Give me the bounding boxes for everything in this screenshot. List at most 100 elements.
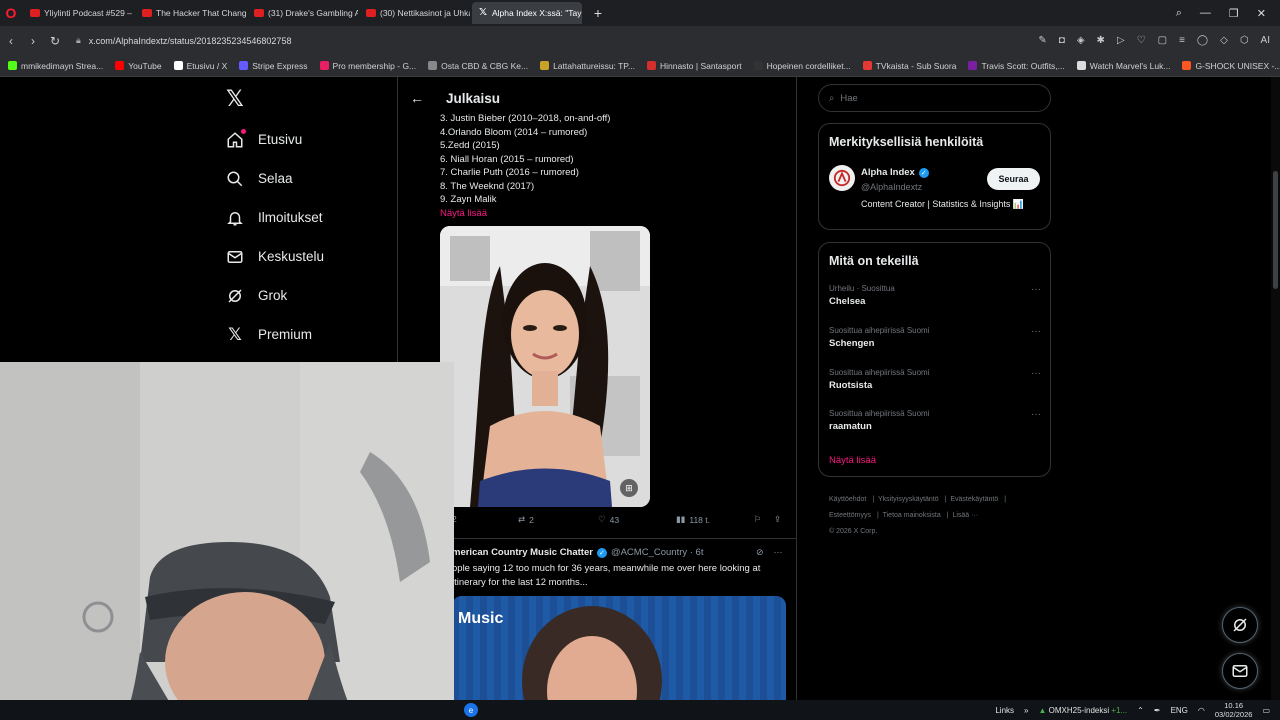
grok-icon — [226, 287, 244, 305]
bookmark-item[interactable]: Pro membership - G... — [319, 61, 416, 71]
bookmark-item[interactable]: Hinnasto | Santasport — [646, 61, 742, 71]
search-tabs-icon[interactable]: ⌕ — [1176, 7, 1182, 20]
avatar[interactable] — [829, 165, 855, 191]
shield-icon[interactable]: ◈ — [1077, 35, 1085, 46]
footer-link[interactable]: Lisää ··· — [952, 512, 978, 519]
footer-link[interactable]: Evästekäytäntö — [950, 496, 998, 503]
more-options-icon[interactable]: ··· — [1031, 368, 1041, 379]
stock-name: OMXH25-indeksi — [1048, 705, 1110, 715]
opera-menu-icon[interactable]: O — [0, 0, 22, 26]
bookmark-item[interactable]: YouTube — [115, 61, 162, 71]
play-icon[interactable]: ▷ — [1117, 35, 1125, 46]
footer-link[interactable]: Esteettömyys — [829, 512, 871, 519]
bookmark-item[interactable]: Stripe Express — [239, 61, 308, 71]
tray-overflow-icon[interactable]: ⌃ — [1137, 706, 1144, 715]
footer-link[interactable]: Käyttöehdot — [829, 496, 866, 503]
menu-icon[interactable]: ≡ — [1179, 35, 1185, 46]
repost-button[interactable]: ⇄ 2 — [518, 514, 534, 525]
bookmark-item[interactable]: Lattahattureissu: TP... — [540, 61, 635, 71]
show-more-link[interactable]: Näytä lisää — [829, 455, 876, 466]
language-indicator[interactable]: ENG — [1171, 706, 1188, 715]
bookmark-item[interactable]: Etusivu / X — [173, 60, 228, 71]
camera-icon[interactable]: ◘ — [1059, 35, 1065, 46]
search-input[interactable]: ⌕ Hae — [818, 84, 1051, 112]
scrollbar[interactable] — [1271, 77, 1280, 700]
sidebar-item-explore[interactable]: Selaa — [226, 159, 324, 198]
more-options-icon[interactable]: ··· — [1031, 409, 1041, 420]
profile-handle[interactable]: @AlphaIndextz — [861, 182, 922, 192]
edge-icon[interactable]: e — [464, 703, 478, 717]
messages-fab-button[interactable] — [1222, 653, 1258, 689]
cube-icon[interactable]: ⬡ — [1240, 35, 1249, 46]
trend-item[interactable]: Urheilu · Suosittua Chelsea ··· — [829, 284, 1041, 307]
browser-tab[interactable]: The Hacker That Changed — [136, 2, 246, 24]
ai-icon[interactable]: AI — [1261, 35, 1270, 46]
new-tab-button[interactable]: + — [588, 5, 608, 21]
list-item: 5.Zedd (2015) — [440, 140, 500, 151]
chevron-icon[interactable]: » — [1024, 706, 1028, 715]
sidebar-item-messages[interactable]: Keskustelu — [226, 237, 324, 276]
network-icon[interactable]: ◠ — [1198, 706, 1205, 715]
browser-tab[interactable]: Yliylinti Podcast #529 – U — [24, 2, 134, 24]
back-icon[interactable]: ‹ — [0, 34, 22, 48]
minimize-button[interactable]: — — [1200, 7, 1211, 20]
views-button[interactable]: ▮▮ 118 t. — [676, 514, 710, 525]
url-field[interactable]: 🔒︎ x.com/AlphaIndextz/status/20182352345… — [76, 31, 936, 51]
stock-widget[interactable]: ▲ OMXH25-indeksi +1... — [1039, 706, 1128, 715]
bookmark-item[interactable]: Osta CBD & CBG Ke... — [428, 61, 528, 71]
bookmark-item[interactable]: TVkaista - Sub Suora — [862, 61, 956, 71]
box-icon[interactable]: ▢ — [1158, 35, 1167, 46]
browser-tab[interactable]: (30) Nettikasinot ja Uhkap — [360, 2, 470, 24]
pen-icon[interactable]: ✒ — [1154, 706, 1161, 715]
maximize-button[interactable]: ❐ — [1229, 7, 1239, 20]
bookmark-favicon-icon — [968, 61, 978, 70]
tweet-media[interactable]: Music Music — [452, 596, 786, 706]
footer-link[interactable]: Tietoa mainoksista — [883, 512, 941, 519]
post-image[interactable] — [440, 226, 650, 507]
bookmark-item[interactable]: G-SHOCK UNISEX -... — [1182, 61, 1280, 71]
sidebar-item-home[interactable]: Etusivu — [226, 120, 324, 159]
user-icon[interactable]: ◯ — [1197, 35, 1208, 46]
bookmark-item[interactable]: Watch Marvel's Luk... — [1076, 61, 1170, 71]
scrollbar-thumb[interactable] — [1273, 171, 1278, 289]
browser-tab-active[interactable]: 𝕏Alpha Index X:ssä: "Taylor✕ — [472, 2, 582, 24]
follow-button[interactable]: Seuraa — [987, 168, 1040, 190]
trend-item[interactable]: Suosittua aihepiirissä Suomi raamatun ··… — [829, 409, 1041, 432]
trend-item[interactable]: Suosittua aihepiirissä Suomi Schengen ··… — [829, 326, 1041, 349]
bookmark-item[interactable]: Travis Scott: Outfits,... — [968, 61, 1065, 71]
browser-tab[interactable]: (31) Drake's Gambling Ad — [248, 2, 358, 24]
bookmark-item[interactable]: Hopeinen cordelliket... — [753, 61, 851, 71]
sidebar-item-notifications[interactable]: Ilmoitukset — [226, 198, 324, 237]
image-options-icon[interactable]: ⊞ — [620, 479, 638, 497]
reload-icon[interactable]: ↻ — [44, 34, 66, 48]
links-toolbar[interactable]: Links — [995, 706, 1014, 715]
x-logo-icon[interactable]: 𝕏 — [226, 88, 246, 110]
bookmark-button[interactable]: ⚐ — [754, 514, 762, 525]
share-button[interactable]: ⇪ — [774, 514, 781, 525]
notifications-icon[interactable]: ▭ — [1262, 706, 1270, 715]
grok-fab-button[interactable] — [1222, 607, 1258, 643]
back-arrow-icon[interactable]: ← — [400, 90, 434, 106]
extensions-icon[interactable]: ✱ — [1097, 35, 1105, 46]
sidebar-item-grok[interactable]: Grok — [226, 276, 324, 315]
heart-icon[interactable]: ♡ — [1137, 35, 1146, 46]
clock[interactable]: 10.16 03/02/2026 — [1215, 701, 1253, 719]
sidebar-item-premium[interactable]: 𝕏 Premium — [226, 315, 324, 354]
close-window-button[interactable]: ✕ — [1257, 7, 1266, 20]
more-options-icon[interactable]: ··· — [774, 547, 783, 558]
forward-icon[interactable]: › — [22, 34, 44, 48]
more-options-icon[interactable]: ··· — [1031, 326, 1041, 337]
profile-name[interactable]: Alpha Index ✓ — [861, 167, 929, 178]
grok-icon[interactable]: ⊘ — [756, 547, 764, 558]
more-options-icon[interactable]: ··· — [1031, 284, 1041, 295]
show-more-link[interactable]: Näytä lisää — [440, 207, 610, 221]
footer-link[interactable]: Yksityisyyskäytäntö — [878, 496, 939, 503]
edit-icon[interactable]: ✎ — [1038, 35, 1046, 46]
tweet-author-handle[interactable]: @ACMC_Country · 6t — [611, 547, 704, 558]
bookmark-label: Etusivu / X — [186, 60, 228, 71]
tweet-author-name[interactable]: merican Country Music Chatter — [452, 547, 593, 558]
trend-item[interactable]: Suosittua aihepiirissä Suomi Ruotsista ·… — [829, 368, 1041, 391]
bookmark-item[interactable]: mmikedimayn Strea... — [8, 61, 103, 71]
aria-icon[interactable]: ◇ — [1220, 35, 1228, 46]
like-button[interactable]: ♡ 43 — [598, 514, 619, 525]
